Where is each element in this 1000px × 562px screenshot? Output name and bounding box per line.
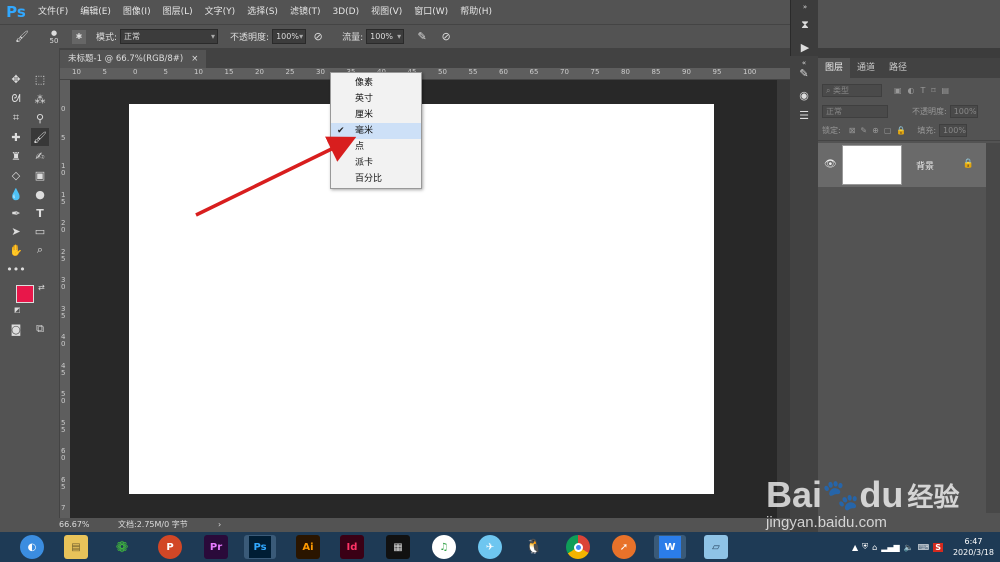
watermark-logo: Bai 🐾 du 经验 xyxy=(766,474,959,516)
fox-icon[interactable]: ➚ xyxy=(612,535,636,559)
wps-taskbar-item[interactable]: W xyxy=(654,535,686,559)
browser-icon[interactable]: ◐ xyxy=(20,535,44,559)
clock-date: 2020/3/18 xyxy=(952,548,994,557)
premiere-icon[interactable]: Pr xyxy=(204,535,228,559)
watermark-url: jingyan.baidu.com xyxy=(766,514,887,531)
watermark-brand: Bai xyxy=(766,474,823,515)
baidu-watermark: Bai 🐾 du 经验 jingyan.baidu.com xyxy=(766,454,1000,544)
paw-icon: 🐾 xyxy=(822,478,860,512)
watermark-chinese: 经验 xyxy=(907,481,960,512)
wechat-icon[interactable]: ❁ xyxy=(110,535,134,559)
notes-icon[interactable]: ▱ xyxy=(704,535,728,559)
qq-icon[interactable]: 🐧 xyxy=(522,535,546,559)
illustrator-icon[interactable]: Ai xyxy=(296,535,320,559)
indesign-icon[interactable]: Id xyxy=(340,535,364,559)
qq-music-icon[interactable]: ♫ xyxy=(432,535,456,559)
red-arrow-icon xyxy=(195,136,357,217)
wps-icon: W xyxy=(659,536,681,558)
explorer-icon[interactable]: ▤ xyxy=(64,535,88,559)
chrome-center-icon xyxy=(573,542,583,552)
watermark-brand2: du xyxy=(859,474,904,515)
bird-icon[interactable]: ✈ xyxy=(478,535,502,559)
powerpoint-icon[interactable]: P xyxy=(158,535,182,559)
photoshop-taskbar-item[interactable]: Ps xyxy=(244,535,276,559)
photoshop-icon: Ps xyxy=(249,536,271,558)
video-icon[interactable]: ▦ xyxy=(386,535,410,559)
chrome-icon[interactable] xyxy=(566,535,590,559)
